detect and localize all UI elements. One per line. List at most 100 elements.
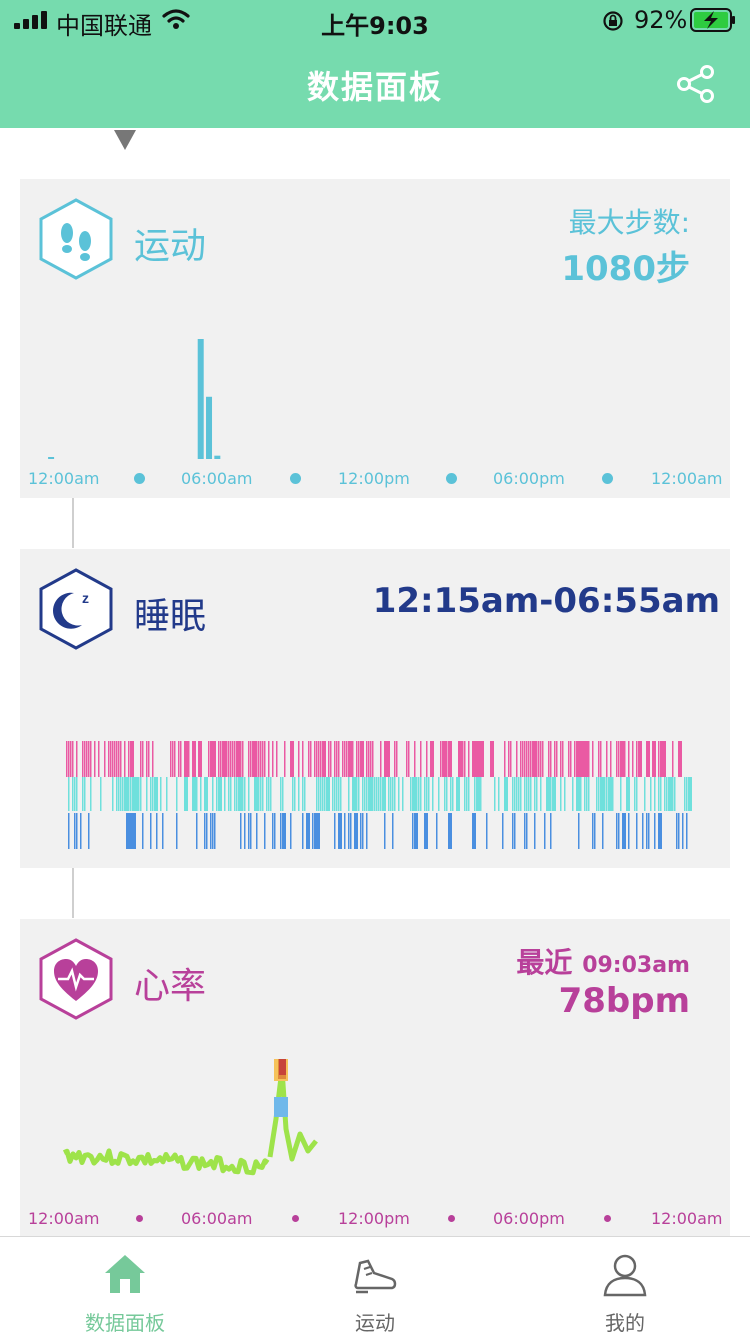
sleep-stage-stripe bbox=[366, 813, 368, 849]
tab-dashboard[interactable]: 数据面板 bbox=[0, 1237, 250, 1334]
heart-rate-card[interactable]: 心率 最近 09:03am 78bpm 12:00am 06:00am 12:0… bbox=[20, 919, 730, 1236]
sleep-stage-stripe bbox=[624, 741, 626, 777]
axis-label: 12:00am bbox=[651, 469, 723, 488]
sleep-stage-stripe bbox=[256, 741, 258, 777]
sleep-stage-stripe bbox=[276, 741, 278, 777]
sleep-stage-stripe bbox=[82, 777, 84, 811]
timeline-connector bbox=[72, 868, 74, 918]
sleep-stage-stripe bbox=[672, 741, 674, 777]
sleep-stage-stripe bbox=[596, 777, 598, 811]
tab-activity[interactable]: 运动 bbox=[250, 1237, 500, 1334]
sleep-stage-stripe bbox=[666, 777, 668, 811]
sleep-stage-stripe bbox=[70, 741, 72, 777]
sleep-stage-stripe bbox=[68, 741, 70, 777]
sleep-stage-stripe bbox=[594, 813, 596, 849]
activity-card[interactable]: 运动 最大步数: 1080步 12:00am 06:00am 12:00pm 0… bbox=[20, 179, 730, 498]
sleep-stage-stripe bbox=[66, 741, 68, 777]
sleep-stage-stripe bbox=[622, 813, 626, 849]
sleep-stage-stripe bbox=[134, 777, 138, 811]
sleep-stage-stripe bbox=[636, 741, 638, 777]
sleep-stage-stripe bbox=[370, 741, 372, 777]
sleep-stage-stripe bbox=[604, 777, 606, 811]
sleep-stage-stripe bbox=[452, 777, 454, 811]
sleep-stage-stripe bbox=[562, 741, 564, 777]
sleep-stage-stripe bbox=[166, 777, 168, 811]
sleep-stage-stripe bbox=[192, 741, 196, 777]
sleep-stage-stripe bbox=[560, 777, 562, 811]
sleep-stage-stripe bbox=[514, 777, 516, 811]
sleep-stage-stripe bbox=[352, 741, 354, 777]
sleep-stage-stripe bbox=[462, 741, 464, 777]
sleep-stage-stripe bbox=[258, 777, 260, 811]
share-icon[interactable] bbox=[676, 64, 716, 104]
sleep-stage-stripe bbox=[176, 813, 178, 849]
sleep-stage-stripe bbox=[686, 813, 688, 849]
sleep-stage-stripe bbox=[264, 741, 266, 777]
sleep-stage-stripe bbox=[216, 777, 218, 811]
heart-zone-mark bbox=[274, 1097, 288, 1117]
sleep-stage-stripe bbox=[208, 741, 210, 777]
sleep-stage-stripe bbox=[234, 777, 236, 811]
sleep-stage-stripe bbox=[672, 777, 674, 811]
sleep-chart bbox=[66, 741, 692, 849]
sleep-stage-stripe bbox=[212, 813, 214, 849]
sleep-stage-stripe bbox=[468, 777, 470, 811]
sleep-stage-stripe bbox=[290, 741, 294, 777]
sleep-stage-stripe bbox=[94, 741, 96, 777]
sleep-stage-stripe bbox=[626, 777, 630, 811]
sleep-stage-stripe bbox=[368, 777, 372, 811]
sleep-stage-stripe bbox=[678, 813, 680, 849]
sleep-stage-stripe bbox=[152, 741, 154, 777]
rotation-lock-icon bbox=[603, 11, 623, 31]
sleep-stage-stripe bbox=[548, 741, 550, 777]
sleep-stage-stripe bbox=[542, 741, 544, 777]
sleep-stage-stripe bbox=[648, 741, 650, 777]
sleep-stage-stripe bbox=[358, 741, 360, 777]
sleep-stage-stripe bbox=[444, 777, 446, 811]
sleep-stage-stripe bbox=[410, 777, 412, 811]
sleep-stage-stripe bbox=[76, 777, 78, 811]
sleep-stage-stripe bbox=[440, 741, 442, 777]
sleep-stage-stripe bbox=[592, 741, 594, 777]
sleep-stage-stripe bbox=[86, 741, 88, 777]
sleep-stage-stripe bbox=[242, 777, 244, 811]
sleep-stage-stripe bbox=[360, 813, 362, 849]
sleep-stage-stripe bbox=[432, 777, 434, 811]
sleep-stage-stripe bbox=[90, 777, 92, 811]
sleep-stage-stripe bbox=[324, 741, 326, 777]
sleep-stage-stripe bbox=[412, 777, 416, 811]
sleep-stage-stripe bbox=[266, 777, 268, 811]
sleep-stage-stripe bbox=[526, 813, 528, 849]
sleep-stage-stripe bbox=[348, 813, 350, 849]
sleep-stage-stripe bbox=[210, 813, 212, 849]
sleep-card[interactable]: z 睡眠 12:15am-06:55am bbox=[20, 549, 730, 868]
sleep-stage-stripe bbox=[330, 741, 332, 777]
sleep-stage-stripe bbox=[250, 741, 252, 777]
sleep-stage-stripe bbox=[124, 741, 126, 777]
sleep-stage-stripe bbox=[592, 813, 594, 849]
sleep-stage-stripe bbox=[632, 741, 634, 777]
sleep-stage-stripe bbox=[530, 741, 532, 777]
sleep-stage-stripe bbox=[478, 777, 480, 811]
sleep-stage-stripe bbox=[530, 777, 532, 811]
sleep-stage-stripe bbox=[298, 777, 300, 811]
sleep-stage-stripe bbox=[120, 777, 122, 811]
sleep-stage-stripe bbox=[206, 813, 208, 849]
sleep-stage-stripe bbox=[528, 741, 530, 777]
sleep-stage-stripe bbox=[204, 777, 208, 811]
sleep-stage-stripe bbox=[128, 813, 132, 849]
sleep-stage-stripe bbox=[608, 777, 612, 811]
sleep-stage-stripe bbox=[100, 777, 102, 811]
sleep-stage-stripe bbox=[450, 777, 452, 811]
sleep-stage-stripe bbox=[126, 777, 128, 811]
sleep-stage-stripe bbox=[386, 741, 390, 777]
sleep-stage-stripe bbox=[150, 813, 152, 849]
tab-profile[interactable]: 我的 bbox=[500, 1237, 750, 1334]
sleep-stage-stripe bbox=[534, 813, 536, 849]
sleep-stage-stripe bbox=[280, 813, 282, 849]
sleep-stage-stripe bbox=[686, 777, 688, 811]
sleep-stage-stripe bbox=[160, 777, 162, 811]
axis-label: 12:00am bbox=[651, 1209, 723, 1228]
sleep-stage-stripe bbox=[606, 777, 608, 811]
axis-label: 12:00am bbox=[28, 1209, 100, 1228]
